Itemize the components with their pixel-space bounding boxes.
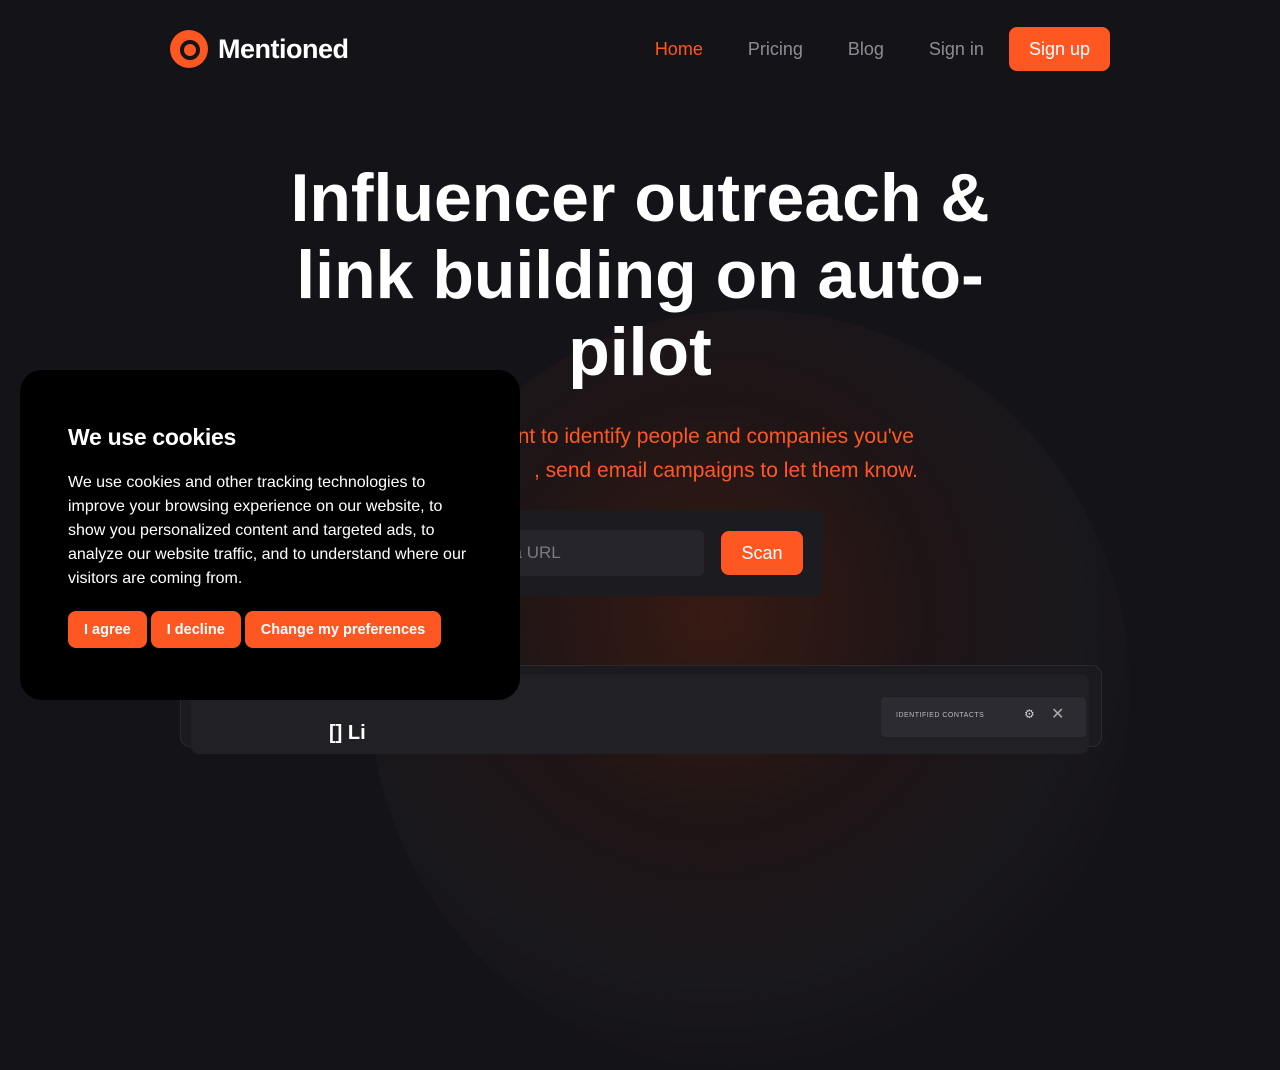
brand-name: Mentioned [218, 33, 349, 64]
cookie-title: We use cookies [68, 424, 236, 450]
at-sign-icon [170, 30, 208, 68]
preview-heading: [] Li [329, 722, 366, 744]
cookie-decline-button[interactable]: I decline [150, 611, 241, 648]
signup-button[interactable]: Sign up [1008, 27, 1110, 71]
contacts-title: IDENTIFIED CONTACTS [896, 712, 985, 719]
identified-contacts-panel: IDENTIFIED CONTACTS ⚙ ✕ [881, 697, 1086, 737]
main-nav: Home Pricing Blog Sign in Sign up [655, 27, 1110, 71]
nav-home-link[interactable]: Home [655, 39, 703, 60]
hero-title-line: link building on auto- [296, 237, 984, 313]
brand-logo[interactable]: Mentioned [170, 30, 349, 68]
cookie-agree-button[interactable]: I agree [68, 611, 147, 648]
hero-title: Influencer outreach & link building on a… [0, 160, 1280, 391]
close-icon[interactable]: ✕ [1051, 704, 1064, 724]
cookie-preferences-button[interactable]: Change my preferences [244, 611, 442, 648]
cookie-body: We use cookies and other tracking techno… [68, 474, 467, 587]
cookie-actions: I agree I decline Change my preferences [68, 611, 442, 648]
nav-signin-link[interactable]: Sign in [929, 39, 984, 60]
scan-button[interactable]: Scan [721, 531, 803, 575]
nav-pricing-link[interactable]: Pricing [748, 39, 803, 60]
hero-title-line: Influencer outreach & [290, 160, 990, 236]
cookie-banner: We use cookies We use cookies and other … [20, 370, 520, 700]
gear-icon[interactable]: ⚙ [1024, 707, 1035, 721]
nav-blog-link[interactable]: Blog [848, 39, 884, 60]
